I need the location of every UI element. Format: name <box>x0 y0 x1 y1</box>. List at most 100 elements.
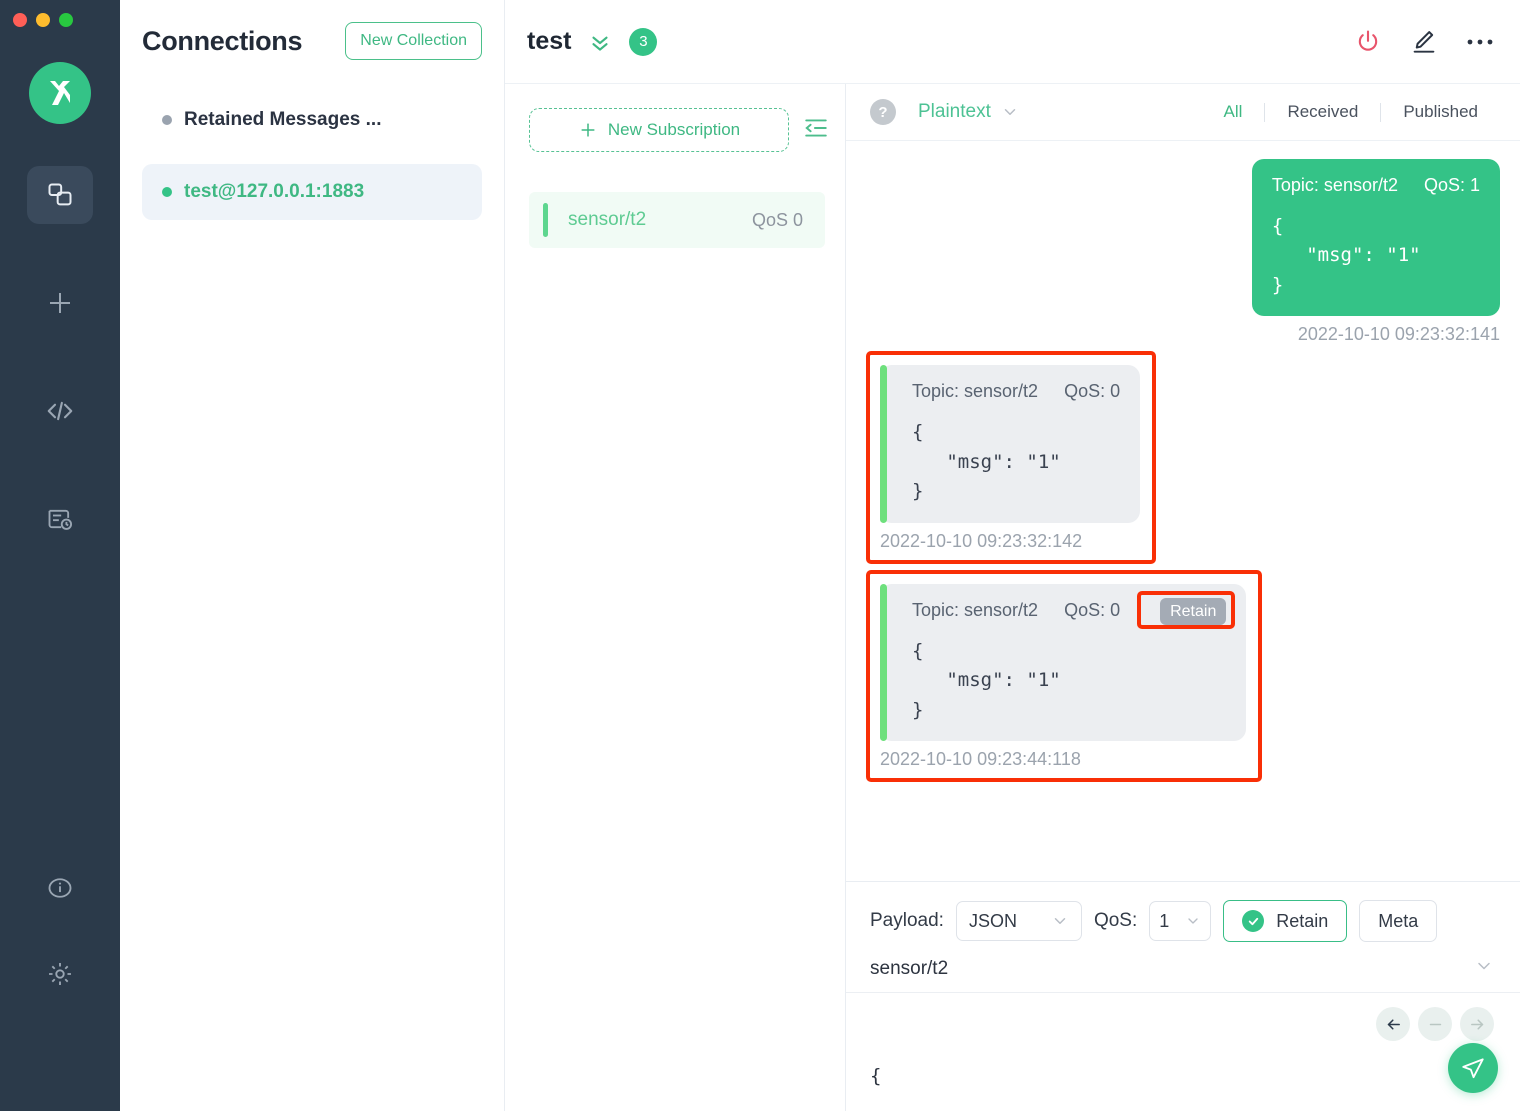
tab-all[interactable]: All <box>1202 102 1265 122</box>
message-wrapper: Topic: sensor/t2 QoS: 0 Retain { "msg": … <box>880 584 1246 770</box>
messages-toolbar: ? Plaintext All Received Published <box>846 84 1520 141</box>
plus-icon <box>45 288 75 318</box>
minus-icon <box>1427 1016 1444 1033</box>
window-maximize-button[interactable] <box>59 13 73 27</box>
clear-payload-button[interactable] <box>1418 1007 1452 1041</box>
messages-list[interactable]: Topic: sensor/t2 QoS: 1 { "msg": "1" } 2… <box>846 141 1520 881</box>
mqttx-window: Connections New Collection Retained Mess… <box>0 0 1520 1111</box>
subscriptions-header: New Subscription <box>529 108 825 152</box>
qos-label: QoS: <box>1094 910 1137 932</box>
meta-button-label: Meta <box>1378 911 1418 932</box>
message-timestamp: 2022-10-10 09:23:32:142 <box>880 531 1140 552</box>
message-header: Topic: sensor/t2 QoS: 0 <box>912 381 1120 402</box>
page-title: test <box>527 27 571 56</box>
log-icon <box>46 505 74 533</box>
messages-panel: ? Plaintext All Received Published <box>846 84 1520 1111</box>
send-icon <box>1460 1055 1486 1081</box>
rail-item-scripts[interactable] <box>27 382 93 440</box>
collapse-panel-glyph <box>803 115 829 141</box>
window-minimize-button[interactable] <box>36 13 50 27</box>
question-icon[interactable]: ? <box>870 99 896 125</box>
content-split: New Subscription sensor/t2 QoS 0 <box>505 84 1520 1111</box>
collapse-panel-icon[interactable] <box>803 115 829 146</box>
qos-value: 1 <box>1159 911 1169 932</box>
connection-item-test[interactable]: test@127.0.0.1:1883 <box>142 164 482 220</box>
payload-format-value: JSON <box>969 911 1017 932</box>
message-bubble-published[interactable]: Topic: sensor/t2 QoS: 1 { "msg": "1" } <box>1252 159 1500 316</box>
message-header: Topic: sensor/t2 QoS: 1 <box>1272 175 1480 196</box>
message-timestamp: 2022-10-10 09:23:32:141 <box>1298 324 1500 345</box>
qos-select[interactable]: 1 <box>1149 901 1211 941</box>
retain-toggle-label: Retain <box>1276 911 1328 932</box>
rail-item-log[interactable] <box>27 490 93 548</box>
subscriptions-panel: New Subscription sensor/t2 QoS 0 <box>505 84 846 1111</box>
chevron-double-down-glyph <box>587 29 613 55</box>
chevron-double-down-icon[interactable] <box>587 29 613 55</box>
pencil-icon <box>1410 28 1438 56</box>
new-subscription-label: New Subscription <box>608 120 740 140</box>
connection-label: Retained Messages ... <box>184 109 381 131</box>
message-bubble-received-retained[interactable]: Topic: sensor/t2 QoS: 0 Retain { "msg": … <box>880 584 1246 741</box>
app-logo <box>29 62 91 124</box>
publish-panel: Payload: JSON QoS: 1 <box>846 881 1520 1111</box>
subscription-item[interactable]: sensor/t2 QoS 0 <box>529 192 825 248</box>
list-spacer <box>142 148 482 164</box>
subscription-color-bar <box>543 203 548 237</box>
new-collection-button[interactable]: New Collection <box>345 22 482 60</box>
tab-received[interactable]: Received <box>1265 102 1380 122</box>
connection-item-retained-messages[interactable]: Retained Messages ... <box>142 92 482 148</box>
message-row-received: Topic: sensor/t2 QoS: 0 { "msg": "1" } 2… <box>866 351 1500 563</box>
publish-topic-input[interactable]: sensor/t2 <box>846 950 1520 993</box>
connections-panel: Connections New Collection Retained Mess… <box>120 0 505 1111</box>
annotation-box-received-2: Topic: sensor/t2 QoS: 0 Retain { "msg": … <box>866 570 1262 782</box>
message-wrapper: Topic: sensor/t2 QoS: 0 { "msg": "1" } 2… <box>880 365 1140 551</box>
check-icon <box>1242 910 1264 932</box>
chevron-down-icon <box>1001 103 1019 121</box>
check-glyph <box>1247 915 1260 928</box>
next-payload-button[interactable] <box>1460 1007 1494 1041</box>
status-badge-retain: Retain <box>1160 598 1226 625</box>
chevron-down-icon[interactable] <box>1474 956 1494 982</box>
connections-list: Retained Messages ... test@127.0.0.1:188… <box>142 92 482 220</box>
meta-button[interactable]: Meta <box>1359 900 1437 942</box>
rail-item-connections[interactable] <box>27 166 93 224</box>
main-area: test 3 <box>505 0 1520 1111</box>
rail-item-about[interactable] <box>27 859 93 917</box>
message-topic: Topic: sensor/t2 <box>912 600 1038 621</box>
more-options-button[interactable] <box>1466 37 1494 47</box>
tab-published[interactable]: Published <box>1381 102 1500 122</box>
edit-connection-button[interactable] <box>1410 28 1438 56</box>
new-subscription-button[interactable]: New Subscription <box>529 108 789 152</box>
message-bubble-received[interactable]: Topic: sensor/t2 QoS: 0 { "msg": "1" } <box>880 365 1140 522</box>
send-message-button[interactable] <box>1448 1043 1498 1093</box>
connections-icon <box>46 181 74 209</box>
connection-label: test@127.0.0.1:1883 <box>184 181 364 203</box>
message-wrapper: Topic: sensor/t2 QoS: 1 { "msg": "1" } 2… <box>1252 159 1500 345</box>
payload-format-select[interactable]: JSON <box>956 901 1082 941</box>
message-row-published: Topic: sensor/t2 QoS: 1 { "msg": "1" } 2… <box>866 159 1500 345</box>
message-count-badge: 3 <box>629 28 657 56</box>
power-icon <box>1354 28 1382 56</box>
left-rail <box>0 0 120 1111</box>
publish-topic-value: sensor/t2 <box>870 958 948 980</box>
rail-item-settings[interactable] <box>27 945 93 1003</box>
message-topic: Topic: sensor/t2 <box>912 381 1038 402</box>
retain-toggle[interactable]: Retain <box>1223 900 1347 942</box>
payload-editor[interactable]: { "msg": "1" } <box>846 993 1520 1111</box>
message-payload: { "msg": "1" } <box>912 418 1120 506</box>
connections-header: Connections New Collection <box>142 0 482 60</box>
connection-topbar: test 3 <box>505 0 1520 84</box>
rail-bottom-nav <box>0 859 120 1031</box>
message-payload: { "msg": "1" } <box>912 637 1226 725</box>
disconnect-button[interactable] <box>1354 28 1382 56</box>
message-row-received-retained: Topic: sensor/t2 QoS: 0 Retain { "msg": … <box>866 570 1500 782</box>
payload-format-selector[interactable]: Plaintext <box>918 101 1019 123</box>
arrow-left-icon <box>1385 1016 1402 1033</box>
payload-format-value: Plaintext <box>918 101 991 123</box>
retain-badge-holder: Retain <box>1146 600 1226 621</box>
window-close-button[interactable] <box>13 13 27 27</box>
status-dot-online <box>162 187 172 197</box>
rail-item-new[interactable] <box>27 274 93 332</box>
previous-payload-button[interactable] <box>1376 1007 1410 1041</box>
chevron-down-icon <box>1051 912 1069 930</box>
